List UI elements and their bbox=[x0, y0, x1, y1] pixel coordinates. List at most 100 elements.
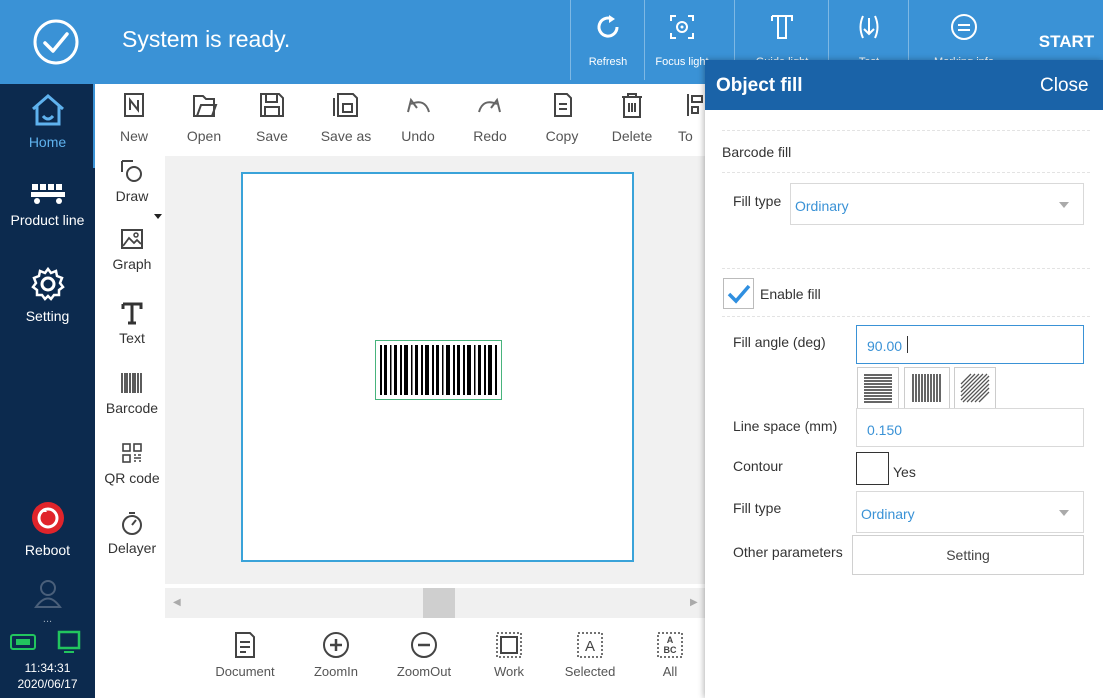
scroll-right-icon[interactable]: ▶ bbox=[690, 597, 698, 608]
nav-product-line[interactable]: Product line bbox=[0, 182, 95, 228]
undo-label: Undo bbox=[401, 128, 435, 144]
fill-type-2-value: Ordinary bbox=[861, 506, 915, 522]
text-cursor bbox=[907, 336, 908, 353]
fill-pattern-horizontal-button[interactable] bbox=[857, 367, 899, 409]
fill-type-label: Fill type bbox=[733, 193, 782, 209]
clock-time: 11:34:31 bbox=[24, 661, 71, 675]
focus-light-icon bbox=[670, 15, 694, 39]
enable-fill-checkbox[interactable] bbox=[723, 278, 754, 309]
status-message: System is ready. bbox=[122, 26, 291, 52]
fill-type-select[interactable]: Ordinary bbox=[790, 183, 1084, 225]
zoom-out-label: ZoomOut bbox=[396, 664, 452, 679]
delayer-tool[interactable]: Delayer bbox=[100, 510, 164, 556]
zoom-out-button[interactable]: ZoomOut bbox=[384, 630, 464, 679]
graph-tool[interactable]: Graph bbox=[100, 226, 164, 272]
all-objects-icon: ABC bbox=[657, 632, 683, 658]
other-parameters-setting-button[interactable]: Setting bbox=[852, 535, 1084, 575]
new-button[interactable]: New bbox=[100, 84, 168, 156]
nav-setting[interactable]: Setting bbox=[0, 266, 95, 324]
selected-icon: A bbox=[577, 632, 603, 658]
fill-pattern-vertical-button[interactable] bbox=[904, 367, 950, 409]
graph-label: Graph bbox=[112, 256, 152, 272]
scrollbar-thumb[interactable] bbox=[423, 588, 455, 618]
zoom-out-icon bbox=[411, 632, 437, 658]
fill-type-2-select[interactable]: Ordinary bbox=[856, 491, 1084, 533]
contour-yes-label: Yes bbox=[893, 464, 916, 480]
line-space-input[interactable]: 0.150 bbox=[856, 408, 1084, 447]
nav-more[interactable]: ... bbox=[0, 613, 95, 625]
panel-title: Object fill bbox=[716, 75, 803, 96]
line-space-label: Line space (mm) bbox=[733, 418, 838, 434]
document-icon bbox=[235, 632, 255, 658]
chevron-down-icon bbox=[1059, 510, 1069, 516]
scroll-left-icon[interactable]: ◀ bbox=[173, 597, 181, 608]
fill-pattern-diagonal-button[interactable] bbox=[954, 367, 996, 409]
save-button[interactable]: Save bbox=[238, 84, 306, 156]
barcode-object[interactable] bbox=[375, 340, 502, 400]
text-label: Text bbox=[119, 330, 145, 346]
save-as-icon bbox=[333, 93, 358, 117]
undo-icon bbox=[407, 97, 430, 113]
redo-icon bbox=[478, 97, 501, 113]
clock: 11:34:31 2020/06/17 bbox=[0, 660, 95, 692]
open-label: Open bbox=[186, 128, 222, 144]
align-icon bbox=[687, 94, 703, 116]
svg-text:A: A bbox=[667, 635, 674, 645]
zoom-in-icon bbox=[323, 632, 349, 658]
barcode-tool[interactable]: Barcode bbox=[100, 370, 164, 416]
work-button[interactable]: Work bbox=[469, 630, 549, 679]
nav-home[interactable]: Home bbox=[0, 92, 95, 150]
nav-reboot[interactable]: Reboot bbox=[0, 500, 95, 558]
enable-fill-label: Enable fill bbox=[760, 286, 821, 302]
zoom-in-label: ZoomIn bbox=[313, 664, 359, 679]
save-label: Save bbox=[256, 128, 288, 144]
nav-user[interactable] bbox=[0, 578, 95, 614]
text-tool[interactable]: Text bbox=[100, 300, 164, 346]
new-file-icon bbox=[124, 93, 144, 117]
fill-angle-input[interactable]: 90.00 bbox=[856, 325, 1084, 364]
zoom-in-button[interactable]: ZoomIn bbox=[296, 630, 376, 679]
document-button[interactable]: Document bbox=[205, 630, 285, 679]
undo-button[interactable]: Undo bbox=[384, 84, 452, 156]
delete-button[interactable]: Delete bbox=[598, 84, 666, 156]
selected-button[interactable]: A Selected bbox=[550, 630, 630, 679]
qr-code-icon bbox=[122, 443, 142, 463]
draw-label: Draw bbox=[115, 188, 149, 204]
save-as-label: Save as bbox=[320, 128, 372, 144]
nav-reboot-label: Reboot bbox=[24, 542, 71, 558]
open-button[interactable]: Open bbox=[170, 84, 238, 156]
chevron-down-icon bbox=[1059, 202, 1069, 208]
fill-type-value: Ordinary bbox=[795, 198, 849, 214]
test-icon bbox=[859, 15, 879, 39]
contour-checkbox[interactable] bbox=[856, 452, 889, 485]
clock-date: 2020/06/17 bbox=[17, 677, 78, 691]
divider bbox=[722, 130, 1090, 131]
gear-icon bbox=[30, 266, 65, 301]
horizontal-lines-icon bbox=[864, 374, 892, 403]
draw-tool[interactable]: Draw bbox=[100, 158, 164, 204]
draw-dropdown-caret-icon[interactable] bbox=[154, 214, 162, 219]
copy-button[interactable]: Copy bbox=[528, 84, 596, 156]
to-button[interactable]: To bbox=[668, 84, 705, 156]
work-label: Work bbox=[493, 664, 525, 679]
fill-type-2-label: Fill type bbox=[733, 500, 782, 516]
reboot-icon bbox=[31, 502, 64, 534]
nav-setting-label: Setting bbox=[25, 308, 70, 324]
fill-angle-value: 90.00 bbox=[867, 338, 903, 354]
refresh-button[interactable]: Refresh bbox=[570, 0, 645, 80]
qr-code-label: QR code bbox=[104, 470, 160, 486]
all-button[interactable]: A BC All bbox=[630, 630, 710, 679]
usb-icon bbox=[10, 634, 36, 657]
line-space-value: 0.150 bbox=[867, 422, 903, 438]
qr-code-tool[interactable]: QR code bbox=[100, 440, 164, 486]
redo-button[interactable]: Redo bbox=[456, 84, 524, 156]
document-label: Document bbox=[215, 664, 275, 679]
selected-label: Selected bbox=[564, 664, 616, 679]
divider bbox=[722, 172, 1090, 173]
work-area-icon bbox=[496, 632, 522, 658]
image-icon bbox=[121, 229, 143, 249]
barcode-fill-section-title: Barcode fill bbox=[722, 144, 792, 160]
text-t-icon bbox=[121, 302, 143, 325]
panel-close-button[interactable]: Close bbox=[1040, 75, 1089, 97]
save-as-button[interactable]: Save as bbox=[312, 84, 380, 156]
